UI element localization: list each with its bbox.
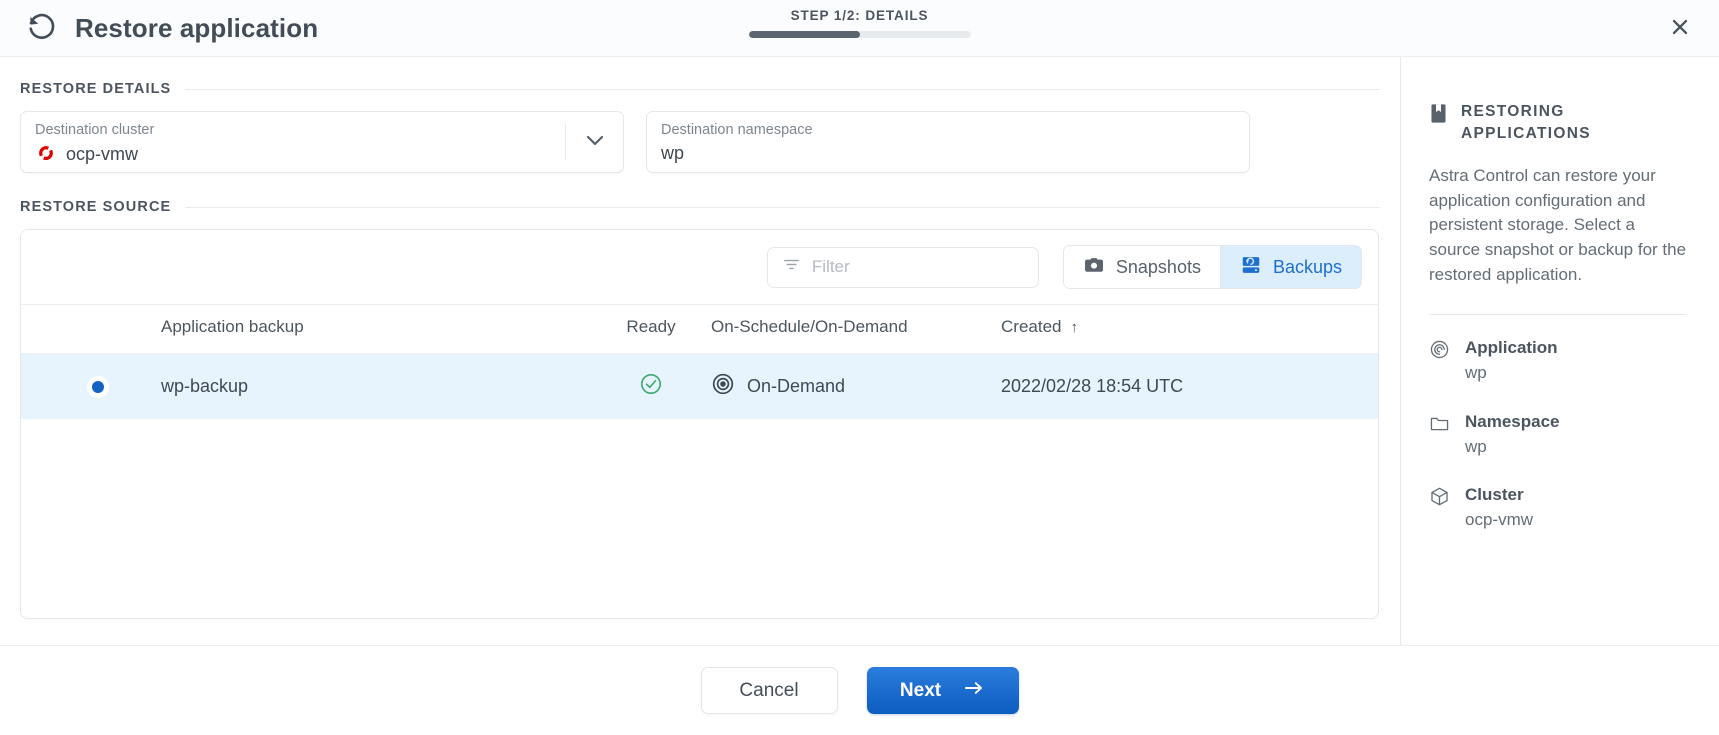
sidebar-description: Astra Control can restore your applicati… — [1429, 166, 1687, 284]
sidebar-item-namespace-text: Namespace wp — [1465, 411, 1560, 460]
folder-icon — [1429, 413, 1451, 439]
destination-cluster-value: ocp-vmw — [66, 143, 139, 164]
destination-cluster-dropdown-toggle[interactable] — [565, 123, 623, 161]
column-header-select — [21, 304, 161, 354]
check-circle-icon — [639, 374, 663, 400]
wizard-footer: Cancel Next — [0, 645, 1719, 735]
sidebar-item-application-value: wp — [1465, 363, 1487, 383]
application-spiral-icon — [1429, 339, 1451, 365]
restore-application-wizard: Restore application STEP 1/2: DETAILS RE… — [0, 0, 1719, 735]
sidebar-item-namespace-value: wp — [1465, 436, 1487, 456]
sidebar-item-application-label: Application — [1465, 338, 1558, 358]
tab-backups[interactable]: Backups — [1220, 246, 1361, 288]
row-created: 2022/02/28 18:54 UTC — [1001, 376, 1184, 396]
page-title: Restore application — [75, 12, 319, 43]
backup-disk-icon — [1240, 254, 1262, 281]
sidebar-item-namespace: Namespace wp — [1429, 411, 1687, 460]
row-select-cell[interactable] — [21, 354, 161, 420]
step-progress-fill — [748, 31, 860, 38]
close-button[interactable] — [1663, 11, 1697, 45]
cluster-cube-icon — [1429, 486, 1451, 512]
next-button[interactable]: Next — [866, 667, 1019, 714]
row-radio-button[interactable] — [87, 375, 109, 398]
restore-source-panel: Snapshots — [20, 229, 1379, 619]
destination-namespace-value-row: wp — [661, 143, 1235, 164]
column-header-ready[interactable]: Ready — [591, 304, 711, 354]
restore-source-section-header: RESTORE SOURCE — [20, 199, 1380, 215]
backups-table-body: wp-backup On-Demand 2022/02/28 18:54 UTC — [21, 353, 1378, 420]
sidebar-item-cluster-value: ocp-vmw — [1465, 510, 1534, 530]
sidebar-title-row: RESTORING APPLICATIONS — [1429, 101, 1687, 145]
destination-cluster-value-row: ocp-vmw — [35, 143, 609, 165]
sort-arrow-up-icon: ↑ — [1070, 319, 1078, 336]
table-row[interactable]: wp-backup On-Demand 2022/02/28 18:54 UTC — [21, 353, 1378, 420]
tab-snapshots-label: Snapshots — [1115, 256, 1201, 277]
chevron-down-icon — [583, 128, 607, 157]
column-header-created[interactable]: Created ↑ — [1001, 304, 1378, 354]
filter-icon — [782, 255, 801, 279]
destination-namespace-label: Destination namespace — [661, 122, 813, 138]
destination-namespace-value: wp — [661, 143, 685, 164]
step-indicator: STEP 1/2: DETAILS — [748, 8, 971, 38]
wizard-body: RESTORE DETAILS Destination cluster ocp-… — [0, 57, 1719, 645]
tab-backups-label: Backups — [1272, 256, 1342, 277]
restore-rotate-left-icon — [26, 12, 58, 44]
next-button-label: Next — [899, 679, 942, 701]
main-content: RESTORE DETAILS Destination cluster ocp-… — [0, 57, 1400, 645]
column-header-application-backup[interactable]: Application backup — [161, 304, 591, 354]
sidebar-divider — [1429, 314, 1687, 316]
table-header-row: Application backup Ready On-Schedule/On-… — [21, 304, 1378, 354]
sidebar-item-cluster-label: Cluster — [1465, 485, 1524, 505]
source-type-tabs: Snapshots Backups — [1062, 245, 1362, 289]
wizard-header: Restore application STEP 1/2: DETAILS — [0, 0, 1719, 57]
column-header-on-schedule-on-demand[interactable]: On-Schedule/On-Demand — [711, 304, 1001, 354]
destination-namespace-field[interactable]: Destination namespace wp — [646, 111, 1250, 173]
row-ready-cell — [591, 354, 711, 420]
destination-cluster-field[interactable]: Destination cluster ocp-vmw — [20, 111, 624, 173]
restore-details-fields: Destination cluster ocp-vmw Destination … — [20, 111, 1380, 173]
sidebar-item-application-text: Application wp — [1465, 337, 1558, 386]
section-divider — [185, 206, 1380, 208]
book-bookmark-icon — [1429, 103, 1448, 129]
row-schedule-cell: On-Demand — [711, 354, 1001, 420]
row-schedule-content: On-Demand — [711, 372, 1001, 401]
step-progress-bar — [748, 31, 971, 38]
help-sidebar: RESTORING APPLICATIONS Astra Control can… — [1400, 57, 1719, 645]
close-icon — [1669, 16, 1691, 41]
column-header-created-label: Created — [1001, 317, 1062, 336]
row-application-backup: wp-backup — [161, 376, 249, 396]
camera-icon — [1083, 254, 1105, 281]
tab-snapshots[interactable]: Snapshots — [1063, 246, 1221, 288]
row-schedule-label: On-Demand — [747, 376, 846, 396]
backups-table-header: Application backup Ready On-Schedule/On-… — [21, 304, 1378, 354]
arrow-right-icon — [963, 679, 985, 703]
restore-details-section-header: RESTORE DETAILS — [20, 81, 1380, 97]
filter-input[interactable] — [811, 257, 1024, 277]
backups-table: Application backup Ready On-Schedule/On-… — [21, 304, 1378, 419]
sidebar-item-namespace-label: Namespace — [1465, 411, 1560, 431]
sidebar-item-cluster: Cluster ocp-vmw — [1429, 484, 1687, 533]
sidebar-title: RESTORING APPLICATIONS — [1461, 103, 1591, 142]
restore-details-label: RESTORE DETAILS — [20, 81, 172, 97]
header-left-group: Restore application — [26, 12, 318, 44]
sidebar-item-application: Application wp — [1429, 337, 1687, 386]
section-divider — [185, 88, 1380, 90]
row-radio-dot — [92, 380, 104, 393]
restore-source-toolbar: Snapshots — [21, 230, 1378, 304]
cancel-button[interactable]: Cancel — [700, 667, 838, 714]
restore-source-label: RESTORE SOURCE — [20, 199, 172, 215]
sidebar-item-cluster-text: Cluster ocp-vmw — [1465, 484, 1533, 533]
openshift-logo-icon — [35, 143, 57, 165]
destination-cluster-label: Destination cluster — [35, 122, 155, 138]
target-bullseye-icon — [711, 372, 735, 401]
step-label: STEP 1/2: DETAILS — [790, 8, 929, 23]
filter-box[interactable] — [766, 246, 1039, 288]
